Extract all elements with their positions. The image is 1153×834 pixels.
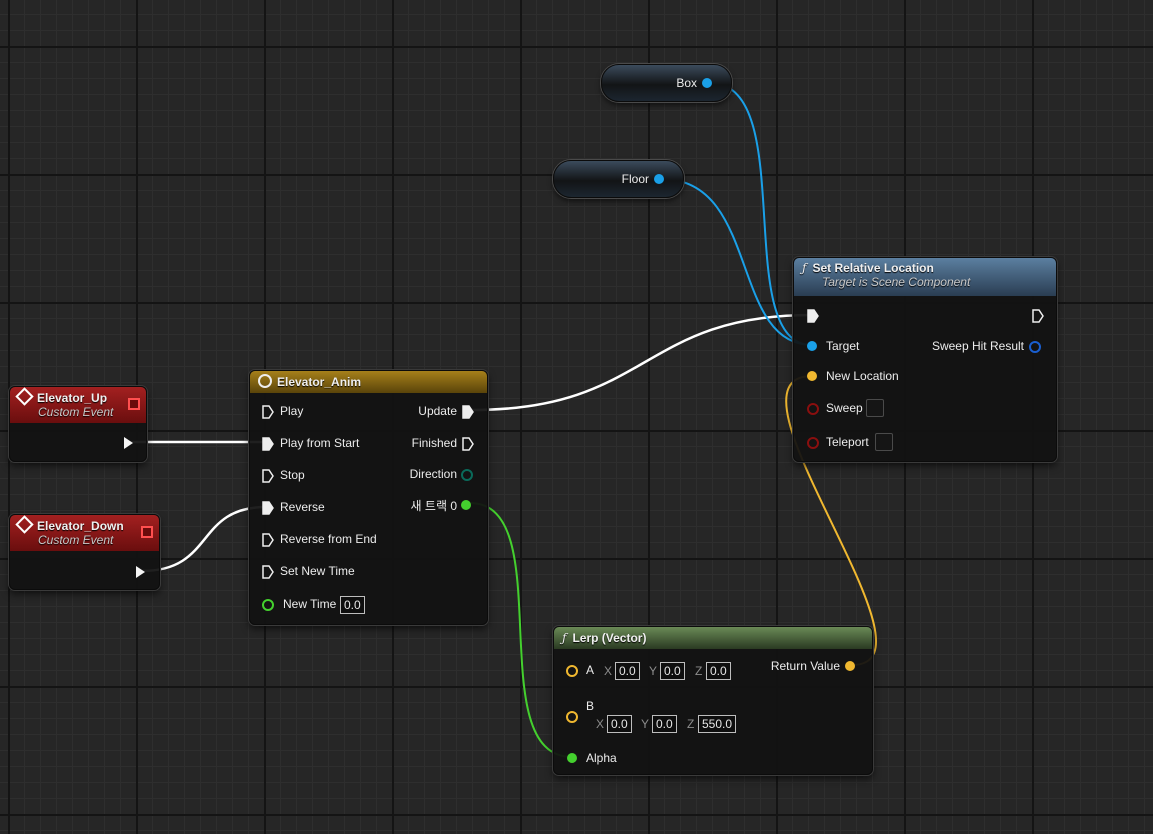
elevator-down-title: Elevator_Down bbox=[37, 519, 124, 533]
lerp-header: ƒ Lerp (Vector) bbox=[554, 627, 872, 649]
b-vector-pin[interactable] bbox=[566, 711, 578, 723]
diamond-event-icon bbox=[15, 387, 34, 406]
timeline-header: Elevator_Anim bbox=[250, 371, 487, 393]
set-new-time-input-label: Set New Time bbox=[280, 564, 355, 578]
stop-input-label: Stop bbox=[280, 468, 305, 482]
reverse-from-end-input-label: Reverse from End bbox=[280, 532, 377, 546]
floor-variable-label: Floor bbox=[621, 172, 649, 186]
b-y-input[interactable]: 0.0 bbox=[652, 715, 677, 733]
new-time-float-pin[interactable] bbox=[262, 599, 274, 611]
timeline-title: Elevator_Anim bbox=[277, 375, 362, 389]
red-square-delegate-icon[interactable] bbox=[141, 526, 153, 538]
b-z-input[interactable]: 550.0 bbox=[698, 715, 737, 733]
set-relative-location-node[interactable]: ƒ Set Relative Location Target is Scene C… bbox=[793, 257, 1057, 462]
reverse-input-label: Reverse bbox=[280, 500, 325, 514]
clock-icon bbox=[258, 374, 272, 388]
function-f-icon: ƒ bbox=[562, 631, 567, 645]
lerp-title: Lerp (Vector) bbox=[572, 631, 647, 645]
exec-wire-down-to-reverse bbox=[141, 505, 267, 573]
elevator-down-exec-out-pin[interactable] bbox=[136, 566, 145, 578]
direction-enum-pin[interactable] bbox=[461, 469, 473, 481]
target-label: Target bbox=[826, 339, 860, 353]
sweep-hit-result-struct-pin[interactable] bbox=[1029, 341, 1041, 353]
set-relative-location-title: Set Relative Location bbox=[812, 261, 934, 275]
play-from-start-input-label: Play from Start bbox=[280, 436, 360, 450]
a-y-axis-label: Y bbox=[649, 664, 658, 678]
elevator-down-subtitle: Custom Event bbox=[38, 533, 114, 547]
b-x-axis-label: X bbox=[596, 717, 605, 731]
a-z-input[interactable]: 0.0 bbox=[706, 662, 731, 680]
finished-output-label: Finished bbox=[411, 436, 457, 450]
new-location-vector-pin[interactable] bbox=[807, 371, 817, 381]
a-z-axis-label: Z bbox=[695, 664, 703, 678]
new-track-output-label: 새 트랙 0 bbox=[410, 499, 457, 513]
new-time-label: New Time bbox=[283, 597, 337, 611]
diamond-event-icon bbox=[15, 515, 34, 534]
teleport-label: Teleport bbox=[826, 435, 869, 449]
elevator-up-exec-out-pin[interactable] bbox=[124, 437, 133, 449]
box-output-pin[interactable] bbox=[702, 78, 712, 88]
elevator-anim-timeline-node[interactable]: Elevator_Anim Play Play from Start Stop … bbox=[249, 370, 488, 625]
a-x-input[interactable]: 0.0 bbox=[615, 662, 640, 680]
update-output-label: Update bbox=[418, 404, 457, 418]
return-value-label: Return Value bbox=[770, 659, 840, 673]
play-exec-pin[interactable] bbox=[262, 405, 274, 419]
a-x-axis-label: X bbox=[604, 664, 613, 678]
a-y-input[interactable]: 0.0 bbox=[660, 662, 685, 680]
sweep-bool-pin[interactable] bbox=[807, 403, 819, 415]
target-object-pin[interactable] bbox=[807, 341, 817, 351]
elevator-up-header: Elevator_Up Custom Event bbox=[10, 387, 146, 423]
elevator-up-event-node[interactable]: Elevator_Up Custom Event bbox=[9, 386, 147, 462]
b-z-axis-label: Z bbox=[687, 717, 695, 731]
lerp-vector-node[interactable]: ƒ Lerp (Vector) A X 0.0 Y 0.0 Z 0.0 B X 0… bbox=[553, 626, 873, 775]
elevator-up-subtitle: Custom Event bbox=[38, 405, 114, 419]
teleport-bool-pin[interactable] bbox=[807, 437, 819, 449]
function-f-icon: ƒ bbox=[802, 261, 807, 275]
floor-variable-node[interactable]: Floor bbox=[553, 160, 684, 198]
set-relative-location-header: ƒ Set Relative Location Target is Scene C… bbox=[794, 258, 1056, 296]
b-label: B bbox=[586, 699, 595, 713]
elevator-up-title: Elevator_Up bbox=[37, 391, 108, 405]
a-label: A bbox=[586, 663, 595, 677]
return-value-vector-pin[interactable] bbox=[845, 661, 855, 671]
new-track-float-pin[interactable] bbox=[461, 500, 471, 510]
box-variable-node[interactable]: Box bbox=[601, 64, 732, 102]
direction-output-label: Direction bbox=[409, 467, 457, 481]
new-time-input[interactable]: 0.0 bbox=[340, 596, 365, 614]
play-input-label: Play bbox=[280, 404, 304, 418]
sweep-label: Sweep bbox=[826, 401, 863, 415]
floor-output-pin[interactable] bbox=[654, 174, 664, 184]
alpha-float-pin[interactable] bbox=[567, 753, 577, 763]
elevator-down-event-node[interactable]: Elevator_Down Custom Event bbox=[9, 514, 160, 590]
sweep-checkbox[interactable] bbox=[866, 399, 884, 417]
elevator-down-header: Elevator_Down Custom Event bbox=[10, 515, 159, 551]
box-variable-label: Box bbox=[676, 76, 697, 90]
red-square-delegate-icon[interactable] bbox=[128, 398, 140, 410]
alpha-label: Alpha bbox=[586, 751, 617, 765]
a-vector-pin[interactable] bbox=[566, 665, 578, 677]
exec-wire-update-to-set-location bbox=[471, 313, 813, 412]
teleport-checkbox[interactable] bbox=[875, 433, 893, 451]
set-relative-location-subtitle: Target is Scene Component bbox=[822, 275, 971, 289]
sweep-hit-result-label: Sweep Hit Result bbox=[931, 339, 1024, 353]
b-x-input[interactable]: 0.0 bbox=[607, 715, 632, 733]
b-y-axis-label: Y bbox=[641, 717, 650, 731]
new-location-label: New Location bbox=[826, 369, 899, 383]
object-wire-floor-to-target bbox=[661, 178, 813, 346]
